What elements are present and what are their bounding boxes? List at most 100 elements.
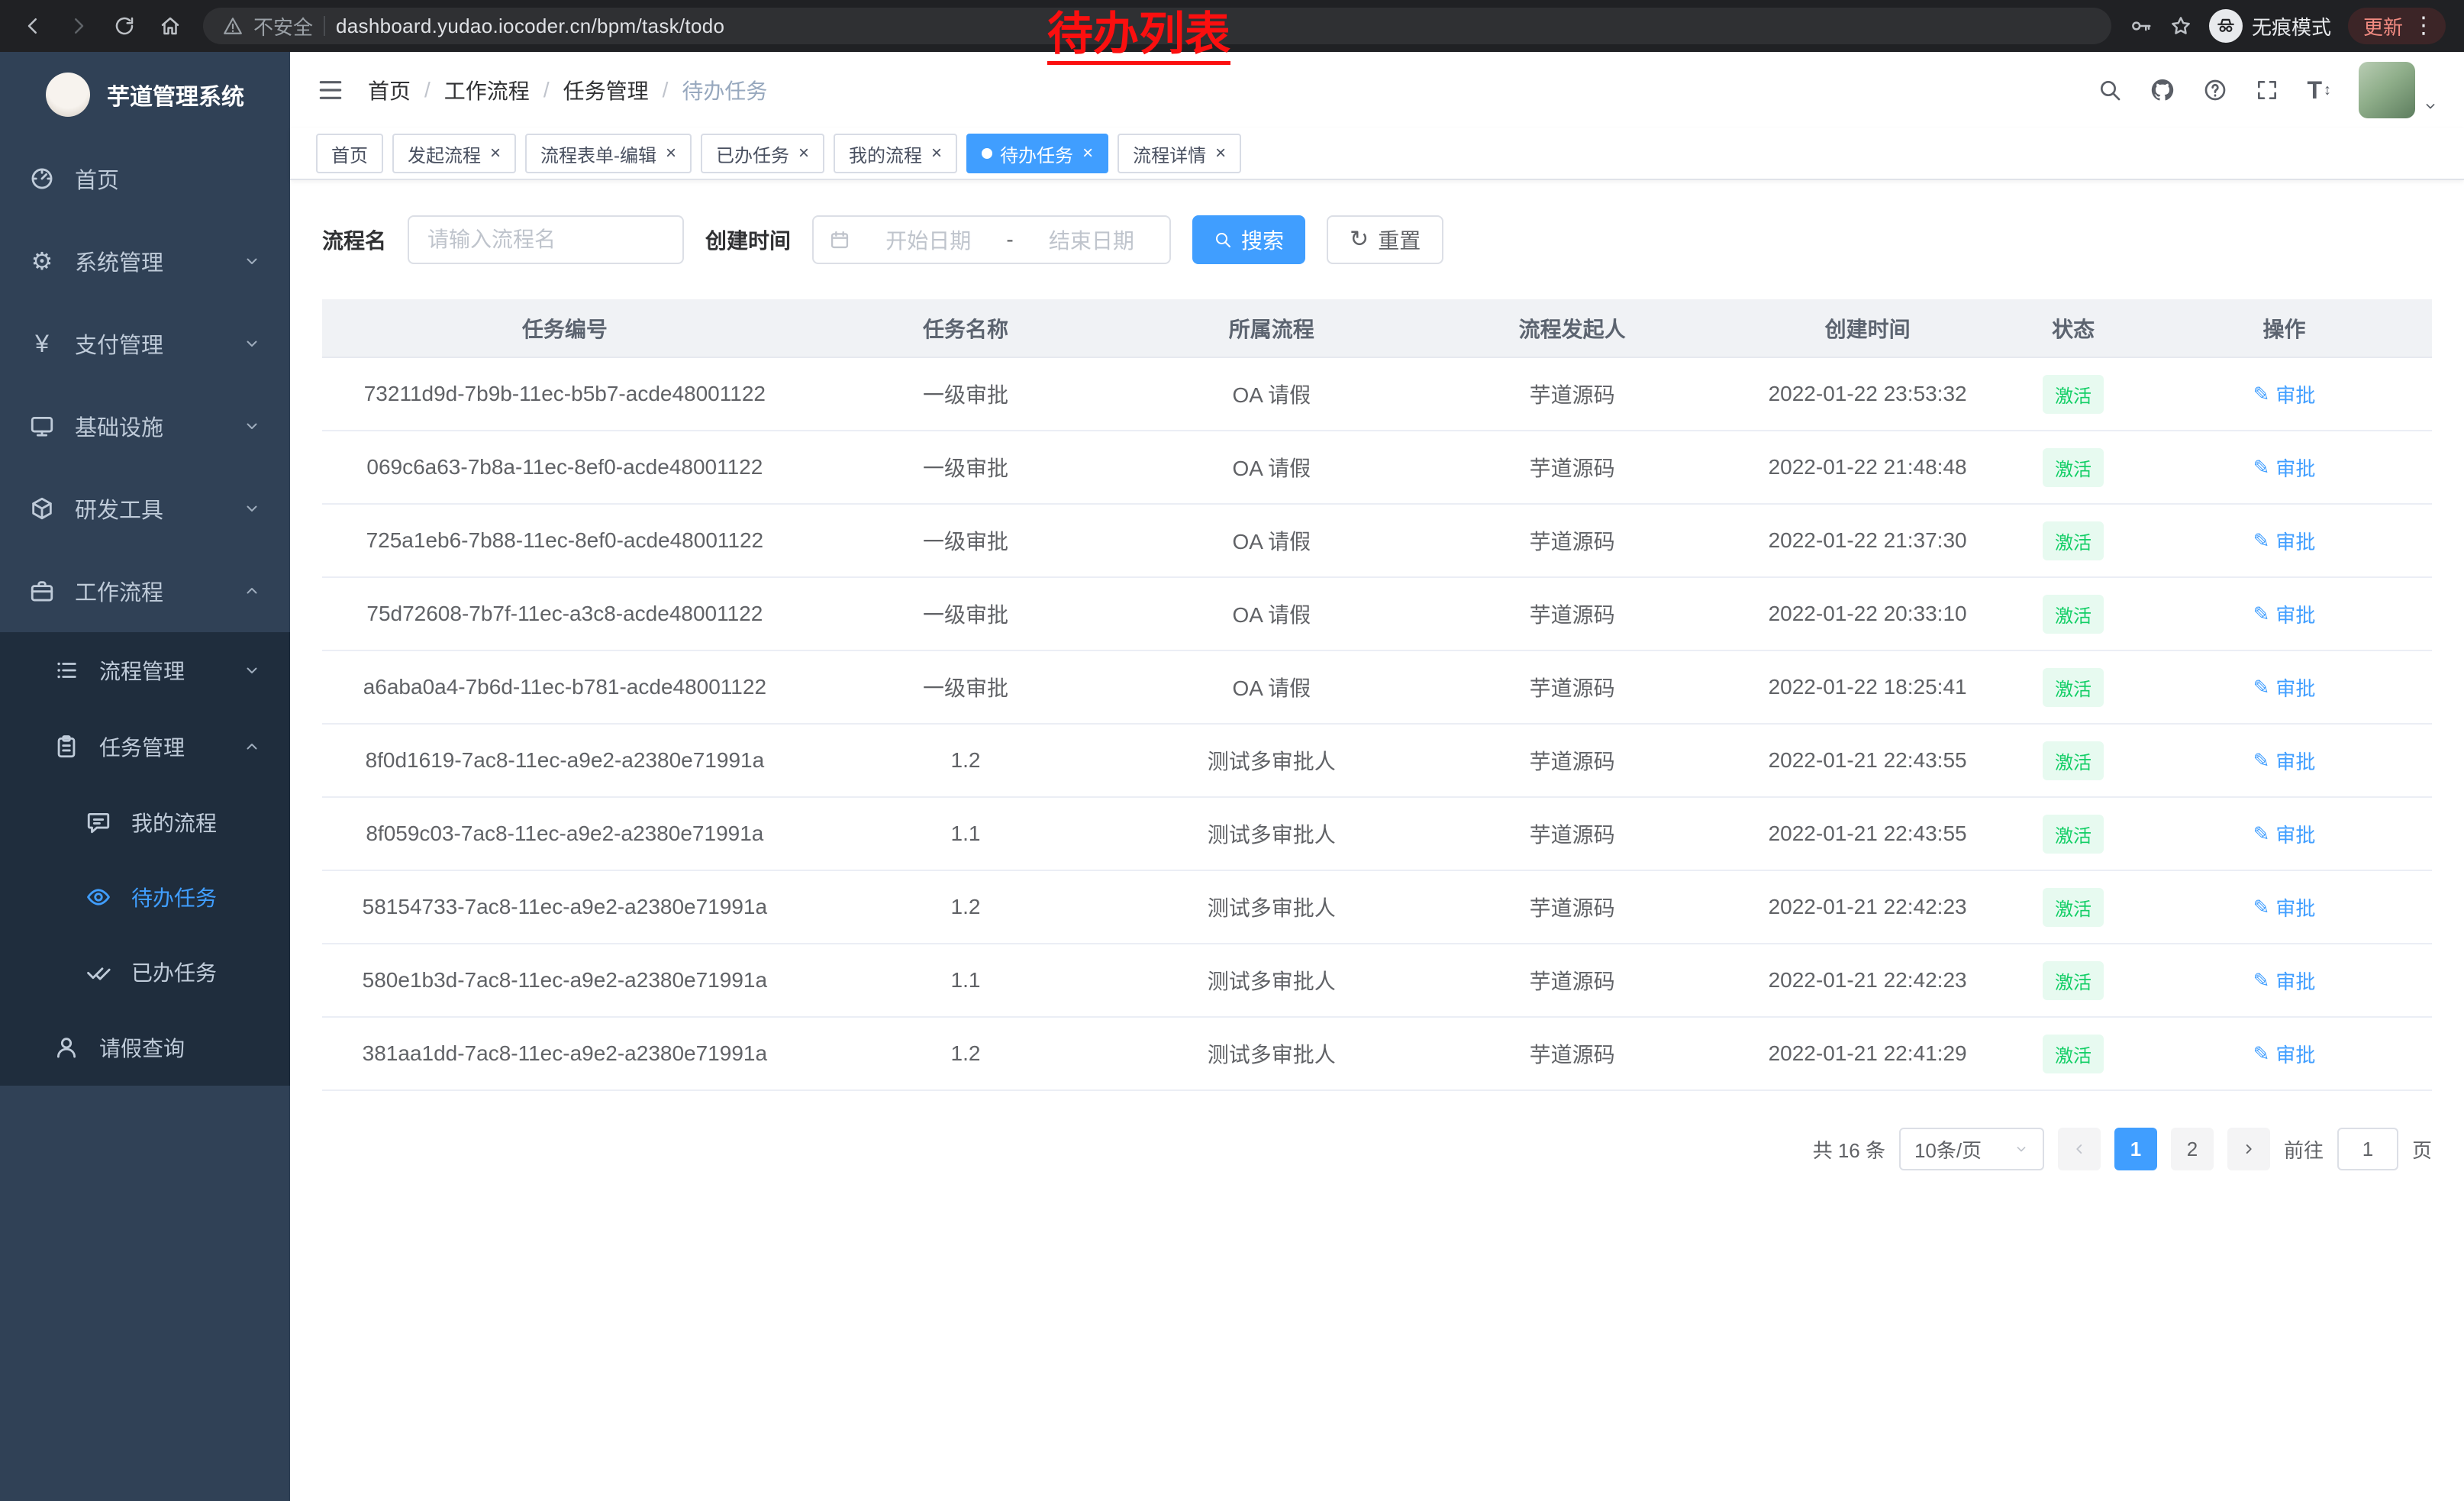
user-avatar[interactable] [2359,62,2438,118]
tab-home[interactable]: 首页 [316,134,383,173]
time-cell: 2022-01-21 22:42:23 [1725,944,2010,1017]
sidebar-item-system[interactable]: ⚙ 系统管理 [0,220,290,302]
approve-link[interactable]: ✎审批 [2253,527,2316,555]
sidebar-item-leave-query[interactable]: 请假查询 [0,1009,290,1086]
sidebar-item-todo-task[interactable]: 待办任务 [0,860,290,934]
forward-button[interactable] [58,5,99,47]
help-icon[interactable] [2203,78,2227,102]
hamburger-icon[interactable] [316,76,345,105]
breadcrumb-item[interactable]: 工作流程 [444,75,530,105]
edit-icon: ✎ [2253,1044,2270,1064]
task-id-cell: 381aa1dd-7ac8-11ec-a9e2-a2380e71991a [322,1017,808,1090]
back-button[interactable] [12,5,53,47]
key-icon[interactable] [2130,15,2153,37]
sidebar-item-label: 支付管理 [75,328,163,360]
fullscreen-icon[interactable] [2255,78,2279,102]
status-badge: 激活 [2043,1035,2104,1073]
status-badge: 激活 [2043,521,2104,560]
table-row: 73211d9d-7b9b-11ec-b5b7-acde48001122一级审批… [322,357,2432,431]
sidebar-item-my-process[interactable]: 我的流程 [0,785,290,860]
github-icon[interactable] [2150,77,2175,103]
approve-link[interactable]: ✎审批 [2253,380,2316,408]
tab-form-edit[interactable]: 流程表单-编辑× [525,134,692,173]
reset-button[interactable]: ↻ 重置 [1327,215,1443,264]
bookmark-star-icon[interactable] [2169,15,2192,37]
approve-link[interactable]: ✎审批 [2253,747,2316,775]
approve-link[interactable]: ✎审批 [2253,893,2316,922]
page-button-1[interactable]: 1 [2114,1128,2157,1170]
sidebar-item-label: 已办任务 [131,957,217,987]
incognito-badge: 无痕模式 [2209,9,2331,43]
tab-todo-task[interactable]: 待办任务× [966,134,1108,173]
sidebar-item-workflow[interactable]: 工作流程 [0,550,290,632]
approve-link[interactable]: ✎审批 [2253,600,2316,628]
table-row: 381aa1dd-7ac8-11ec-a9e2-a2380e71991a1.2测… [322,1017,2432,1090]
breadcrumb-item[interactable]: 首页 [368,75,411,105]
sidebar-item-infrastructure[interactable]: 基础设施 [0,385,290,467]
task-name-cell: 1.2 [808,870,1124,944]
process-cell: 测试多审批人 [1124,797,1419,870]
chevron-up-icon [243,582,261,600]
status-badge: 激活 [2043,375,2104,414]
approve-link[interactable]: ✎审批 [2253,673,2316,702]
sidebar-item-process-mgmt[interactable]: 流程管理 [0,632,290,709]
action-cell: ✎审批 [2137,870,2432,944]
edit-icon: ✎ [2253,531,2270,550]
tab-start-process[interactable]: 发起流程× [392,134,516,173]
approve-link[interactable]: ✎审批 [2253,820,2316,848]
table-row: 8f0d1619-7ac8-11ec-a9e2-a2380e71991a1.2测… [322,724,2432,797]
workflow-submenu: 流程管理 任务管理 我的流程 待办任务 已办 [0,632,290,1086]
task-id-cell: 8f0d1619-7ac8-11ec-a9e2-a2380e71991a [322,724,808,797]
sidebar-item-done-task[interactable]: 已办任务 [0,934,290,1009]
task-name-cell: 1.2 [808,1017,1124,1090]
approve-link[interactable]: ✎审批 [2253,454,2316,482]
page-button-2[interactable]: 2 [2171,1128,2214,1170]
sidebar-item-label: 待办任务 [131,882,217,912]
col-task-name: 任务名称 [808,299,1124,357]
breadcrumb-separator: / [424,78,431,102]
back-icon [21,15,44,37]
approve-link[interactable]: ✎审批 [2253,1040,2316,1068]
search-icon[interactable] [2098,78,2122,102]
date-range-picker[interactable]: 开始日期 - 结束日期 [812,215,1171,264]
next-page-button[interactable] [2227,1128,2270,1170]
page-size-select[interactable]: 10条/页 [1899,1128,2044,1170]
url-text: dashboard.yudao.iocoder.cn/bpm/task/todo [336,15,724,38]
close-icon[interactable]: × [1215,144,1226,163]
sidebar-item-task-mgmt[interactable]: 任务管理 [0,709,290,785]
font-size-icon[interactable]: T↕ [2307,76,2331,105]
breadcrumb-item[interactable]: 任务管理 [563,75,649,105]
calendar-icon [829,229,850,250]
chevron-left-icon [2071,1141,2088,1157]
home-button[interactable] [150,5,191,47]
sidebar-item-payment[interactable]: ¥ 支付管理 [0,302,290,385]
tab-process-detail[interactable]: 流程详情× [1118,134,1241,173]
sidebar-item-devtools[interactable]: 研发工具 [0,467,290,550]
browser-menu-icon[interactable]: ⋮ [2412,15,2435,37]
edit-icon: ✎ [2253,604,2270,624]
eye-icon [85,884,111,910]
close-icon[interactable]: × [490,144,501,163]
goto-page-input[interactable] [2337,1128,2398,1170]
process-name-input[interactable] [408,215,684,264]
tab-done-task[interactable]: 已办任务× [701,134,824,173]
edit-icon: ✎ [2253,824,2270,844]
gear-icon: ⚙ [29,249,55,273]
tab-my-process[interactable]: 我的流程× [834,134,957,173]
reload-button[interactable] [104,5,145,47]
close-icon[interactable]: × [931,144,942,163]
process-cell: OA 请假 [1124,431,1419,504]
sidebar-item-home[interactable]: 首页 [0,137,290,220]
process-cell: OA 请假 [1124,577,1419,650]
update-button[interactable]: 更新 ⋮ [2348,8,2446,44]
sidebar-item-label: 基础设施 [75,410,163,442]
status-badge: 激活 [2043,961,2104,1000]
col-starter: 流程发起人 [1419,299,1725,357]
search-button[interactable]: 搜索 [1192,215,1305,264]
sidebar-item-label: 任务管理 [99,731,185,762]
close-icon[interactable]: × [666,144,676,163]
close-icon[interactable]: × [798,144,809,163]
approve-link[interactable]: ✎审批 [2253,967,2316,995]
prev-page-button[interactable] [2058,1128,2101,1170]
close-icon[interactable]: × [1082,144,1093,163]
